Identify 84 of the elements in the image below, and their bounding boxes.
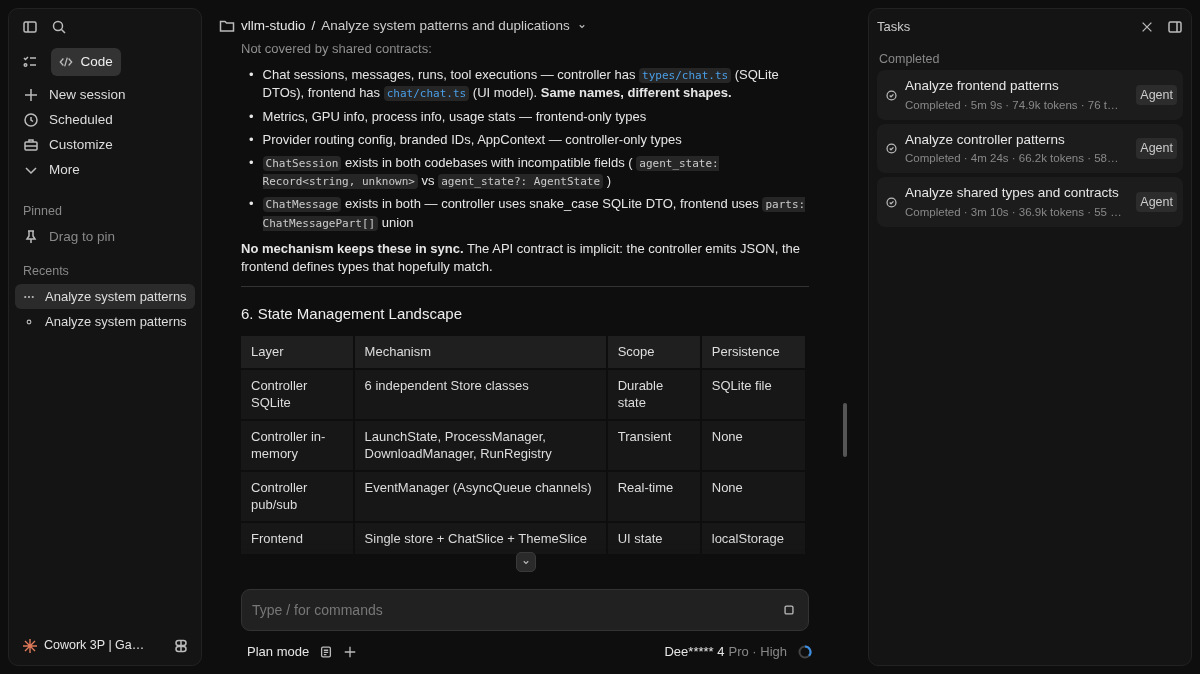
agent-tag: Agent: [1136, 138, 1177, 159]
recent-session[interactable]: Analyze system patterns: [15, 284, 195, 310]
column-header: Persistence: [701, 336, 805, 368]
recent-session[interactable]: Analyze system patterns: [15, 309, 195, 335]
plan-mode-button[interactable]: Plan mode: [247, 642, 310, 662]
column-header: Scope: [607, 336, 700, 368]
message-input[interactable]: Type / for commands: [241, 589, 809, 631]
folder-icon: [219, 18, 235, 34]
table-cell: Single store + ChatSlice + ThemeSlice: [354, 522, 606, 555]
table-cell: Real-time: [607, 471, 700, 521]
briefcase-icon: [23, 137, 39, 154]
task-card[interactable]: Analyze shared types and contracts Completed · 3m 10s · 36.9k tokens · 55 … Agent: [877, 177, 1183, 227]
document-icon[interactable]: [319, 644, 334, 659]
table-cell: EventManager (AsyncQueue channels): [354, 471, 606, 521]
task-detail: Completed · 4m 24s · 66.2k tokens · 58…: [905, 151, 1120, 166]
bullet: •: [249, 107, 254, 126]
spinner-icon: [797, 643, 813, 660]
section-heading: 6. State Management Landscape: [241, 304, 463, 325]
paragraph: No mechanism keeps these in sync. The API contract is implicit: the controller emits JSON, the frontend defines types that hopefully match.: [241, 239, 801, 276]
table-cell: Durable state: [607, 369, 700, 419]
list-item: ChatMessage exists in both — controller uses snake_case SQLite DTO, frontend uses parts: ChatMessagePart[] union: [262, 195, 807, 232]
agent-tag: Agent: [1136, 191, 1177, 213]
pin-hint: Drag to pin: [49, 227, 116, 246]
scrollbar-thumb[interactable]: [843, 403, 847, 457]
panel-layout-icon[interactable]: [1167, 18, 1183, 35]
table-cell: Controller in-memory: [241, 420, 353, 470]
check-circle-icon: [885, 195, 898, 209]
panel-title: Tasks: [877, 18, 912, 36]
bullet: •: [249, 195, 254, 214]
table-cell: localStorage: [701, 522, 805, 555]
list-item: Chat sessions, messages, runs, tool executions — controller has types/chat.ts (SQLite DTOs), frontend has chat/chat.ts (UI model). Same names, different shapes.: [262, 66, 780, 103]
check-circle-icon: [885, 142, 898, 155]
check-circle-icon: [885, 88, 898, 102]
table-cell: Controller SQLite: [241, 369, 353, 419]
nav-item[interactable]: Scheduled: [49, 110, 113, 131]
task-title: Analyze shared types and contracts: [905, 184, 1120, 203]
section-heading: Pinned: [22, 203, 63, 221]
table-cell: None: [701, 420, 805, 470]
task-detail: Completed · 3m 10s · 36.9k tokens · 55 …: [905, 204, 1123, 220]
task-title: Analyze controller patterns: [905, 130, 1066, 149]
search-icon[interactable]: [50, 19, 67, 35]
task-detail: Completed · 5m 9s · 74.9k tokens · 76 t…: [905, 97, 1120, 113]
nav-item[interactable]: New session: [49, 85, 126, 106]
list-item: ChatSession exists in both codebases with incompatible fields ( agent_state: Record<string, unknown> vs agent_state?: AgentState ): [262, 153, 720, 191]
model-detail[interactable]: Pro · High: [728, 642, 787, 662]
table-cell: None: [701, 471, 805, 521]
session-title[interactable]: Analyze system patterns and duplications: [321, 15, 570, 37]
scroll-down-button[interactable]: [516, 552, 536, 572]
table-cell: Transient: [607, 420, 700, 470]
clock-icon: [23, 112, 39, 129]
task-card[interactable]: Analyze frontend patterns Completed · 5m 9s · 74.9k tokens · 76 t… Agent: [877, 70, 1183, 120]
table-cell: SQLite file: [701, 369, 805, 419]
account-name[interactable]: Cowork 3P | Ga…: [44, 636, 166, 655]
nav-item[interactable]: Customize: [49, 135, 113, 156]
bullet: •: [249, 153, 254, 172]
code-mode-button[interactable]: Code: [50, 48, 121, 77]
table-cell: 6 independent Store classes: [354, 369, 606, 419]
paragraph: Not covered by shared contracts:: [241, 40, 433, 58]
plus-icon: [23, 87, 39, 104]
sidebar-toggle-icon[interactable]: [21, 19, 38, 35]
agent-tag: Agent: [1136, 84, 1177, 106]
group-heading: Completed: [879, 50, 941, 68]
column-header: Mechanism: [354, 336, 606, 368]
project-name[interactable]: vllm-studio: [241, 15, 306, 37]
list-item: Metrics, GPU info, process info, usage stats — frontend-only types: [262, 107, 647, 126]
table-cell: Frontend: [241, 522, 353, 555]
switch-icon[interactable]: [172, 637, 189, 654]
bullet: •: [249, 130, 254, 149]
table-cell: UI state: [607, 522, 700, 555]
table-cell: Controller pub/sub: [241, 471, 353, 521]
breadcrumb-separator: /: [311, 16, 316, 35]
plus-icon[interactable]: [343, 644, 358, 659]
nav-item[interactable]: More: [49, 160, 80, 181]
list-item: Provider routing config, branded IDs, AppContext — controller-only types: [262, 130, 682, 149]
pin-icon: [23, 228, 39, 245]
table-cell: LaunchState, ProcessManager, DownloadManager, RunRegistry: [354, 420, 606, 470]
bullet: •: [249, 66, 254, 85]
column-header: Layer: [241, 336, 353, 368]
starburst-icon: [21, 637, 38, 654]
task-title: Analyze frontend patterns: [905, 77, 1060, 96]
task-card[interactable]: Analyze controller patterns Completed · 4m 24s · 66.2k tokens · 58… Agent: [877, 123, 1183, 174]
stop-icon[interactable]: [782, 603, 796, 617]
model-name[interactable]: Dee***** 4: [664, 642, 725, 662]
section-heading: Recents: [22, 263, 70, 281]
